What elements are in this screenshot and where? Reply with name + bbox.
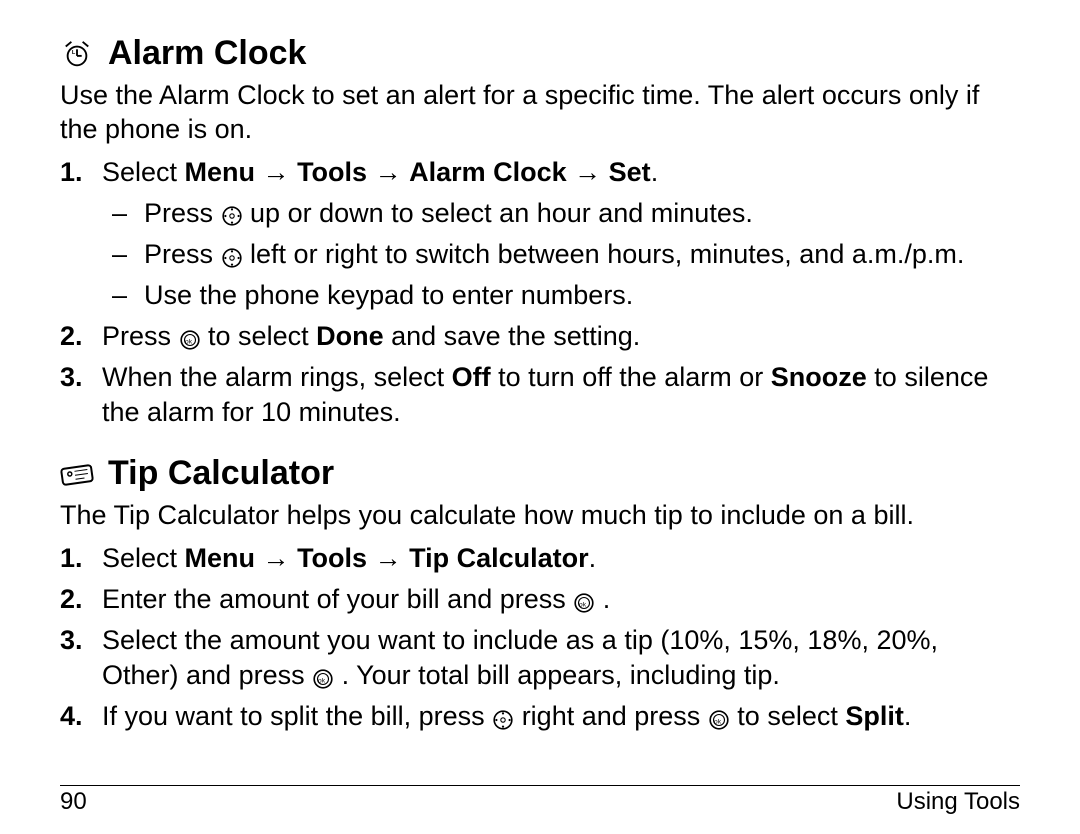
alarm-clock-steps: Select Menu → Tools → Alarm Clock → Set.…	[60, 155, 1020, 431]
alarm-step-1: Select Menu → Tools → Alarm Clock → Set.…	[60, 155, 1020, 313]
alarm-clock-heading: L Alarm Clock	[60, 34, 1020, 73]
alarm-step-3: When the alarm rings, select Off to turn…	[60, 360, 1020, 430]
alarm-sub-2: Press left or right to switch between ho…	[102, 237, 1020, 272]
alarm-sub-1: Press up or down to select an hour and m…	[102, 196, 1020, 231]
ok-key-icon: ok	[573, 588, 595, 610]
manual-page: L Alarm Clock Use the Alarm Clock to set…	[0, 0, 1080, 834]
ok-key-icon: ok	[708, 705, 730, 727]
alarm-step-2: Press ok to select Done and save the set…	[60, 319, 1020, 354]
footer-section-title: Using Tools	[896, 788, 1020, 816]
tip-calculator-steps: Select Menu → Tools → Tip Calculator. En…	[60, 541, 1020, 734]
nav-key-icon	[492, 705, 514, 727]
svg-text:L: L	[72, 50, 76, 56]
svg-text:ok: ok	[185, 338, 193, 345]
tip-step-3: Select the amount you want to include as…	[60, 623, 1020, 693]
alarm-clock-title: Alarm Clock	[108, 34, 306, 73]
tip-step-2: Enter the amount of your bill and press …	[60, 582, 1020, 617]
page-footer: 90 Using Tools	[60, 788, 1020, 816]
nav-key-icon	[221, 201, 243, 223]
footer-divider	[60, 785, 1020, 786]
tip-step-4: If you want to split the bill, press rig…	[60, 699, 1020, 734]
alarm-sub-3: Use the phone keypad to enter numbers.	[102, 278, 1020, 313]
ok-key-icon: ok	[312, 664, 334, 686]
tip-calculator-icon	[60, 457, 94, 491]
tip-step-1: Select Menu → Tools → Tip Calculator.	[60, 541, 1020, 576]
page-number: 90	[60, 788, 87, 816]
tip-calculator-intro: The Tip Calculator helps you calculate h…	[60, 499, 1020, 533]
nav-key-icon	[221, 243, 243, 265]
svg-text:ok: ok	[714, 718, 722, 725]
tip-calculator-title: Tip Calculator	[108, 454, 334, 493]
tip-calculator-heading: Tip Calculator	[60, 454, 1020, 493]
ok-key-icon: ok	[179, 325, 201, 347]
alarm-clock-icon: L	[60, 37, 94, 71]
alarm-step-1-sub: Press up or down to select an hour and m…	[102, 196, 1020, 313]
svg-text:ok: ok	[579, 601, 587, 608]
svg-text:ok: ok	[318, 677, 326, 684]
alarm-clock-intro: Use the Alarm Clock to set an alert for …	[60, 79, 1020, 147]
